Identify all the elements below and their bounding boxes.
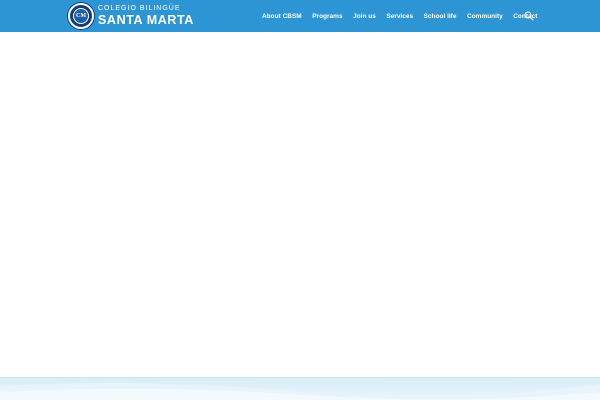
site-logo[interactable]: CM COLEGIO BILINGÜE SANTA MARTA bbox=[68, 3, 194, 29]
footer-wave-band bbox=[0, 377, 600, 400]
nav-item-services[interactable]: Services bbox=[386, 13, 413, 20]
seal-monogram: CM bbox=[73, 8, 89, 24]
nav-item-school-life[interactable]: School life bbox=[424, 13, 457, 20]
main-content-area bbox=[0, 32, 600, 377]
site-header: CM COLEGIO BILINGÜE SANTA MARTA About CB… bbox=[0, 0, 600, 32]
nav-item-join-us[interactable]: Join us bbox=[353, 13, 376, 20]
nav-item-about[interactable]: About CBSM bbox=[262, 13, 302, 20]
search-icon[interactable] bbox=[524, 11, 534, 21]
logo-text: COLEGIO BILINGÜE SANTA MARTA bbox=[98, 5, 194, 27]
school-seal-icon: CM bbox=[68, 3, 94, 29]
logo-line2: SANTA MARTA bbox=[98, 13, 194, 28]
nav-item-community[interactable]: Community bbox=[467, 13, 503, 20]
logo-line1: COLEGIO BILINGÜE bbox=[98, 5, 181, 13]
wave-decoration bbox=[0, 383, 600, 400]
main-nav: About CBSM Programs Join us Services Sch… bbox=[262, 0, 548, 32]
nav-item-programs[interactable]: Programs bbox=[312, 13, 342, 20]
